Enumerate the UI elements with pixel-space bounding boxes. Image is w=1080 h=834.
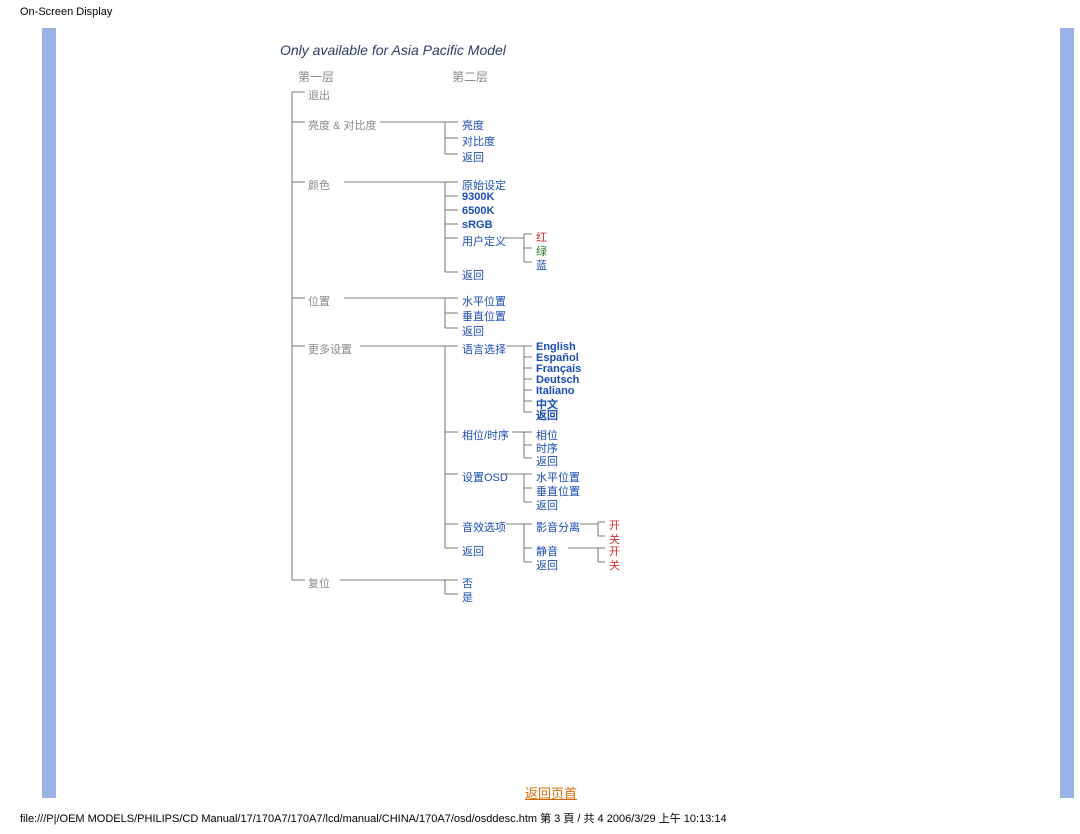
item-contrast: 对比度 [462, 133, 495, 149]
item-6500k: 6500K [462, 205, 494, 217]
item-surround: 影音分离 [536, 519, 580, 535]
menu-reset: 复位 [308, 575, 330, 591]
item-language: 语言选择 [462, 341, 506, 357]
item-back1: 返回 [462, 149, 484, 165]
item-hpos: 水平位置 [462, 293, 506, 309]
item-back5: 返回 [536, 453, 558, 469]
menu-exit: 退出 [308, 87, 330, 103]
decorative-bar-right [1060, 28, 1074, 798]
file-path-footer: file:///P|/OEM MODELS/PHILIPS/CD Manual/… [20, 810, 727, 826]
lang-back: 返回 [536, 407, 558, 423]
page-title: On-Screen Display [20, 6, 112, 18]
menu-more-settings: 更多设置 [308, 341, 352, 357]
item-srgb: sRGB [462, 219, 493, 231]
menu-brightness-contrast: 亮度 & 对比度 [308, 117, 376, 133]
item-setup-osd: 设置OSD [462, 469, 508, 485]
item-blue: 蓝 [536, 257, 547, 273]
menu-position: 位置 [308, 293, 330, 309]
item-phase-clock: 相位/时序 [462, 427, 509, 443]
return-to-top-link[interactable]: 返回页首 [525, 783, 577, 802]
item-back2: 返回 [462, 267, 484, 283]
item-yes: 是 [462, 589, 473, 605]
item-back4: 返回 [462, 543, 484, 559]
mute-off: 关 [609, 557, 620, 573]
item-vpos: 垂直位置 [462, 308, 506, 324]
item-brightness: 亮度 [462, 117, 484, 133]
item-back6: 返回 [536, 497, 558, 513]
level1-header: 第一层 [298, 68, 334, 85]
item-back3: 返回 [462, 323, 484, 339]
level2-header: 第二层 [452, 68, 488, 85]
item-user-def: 用户定义 [462, 233, 506, 249]
decorative-bar-left [42, 28, 56, 798]
menu-color: 颜色 [308, 177, 330, 193]
item-9300k: 9300K [462, 191, 494, 203]
item-back7: 返回 [536, 557, 558, 573]
item-audio-opts: 音效选项 [462, 519, 506, 535]
